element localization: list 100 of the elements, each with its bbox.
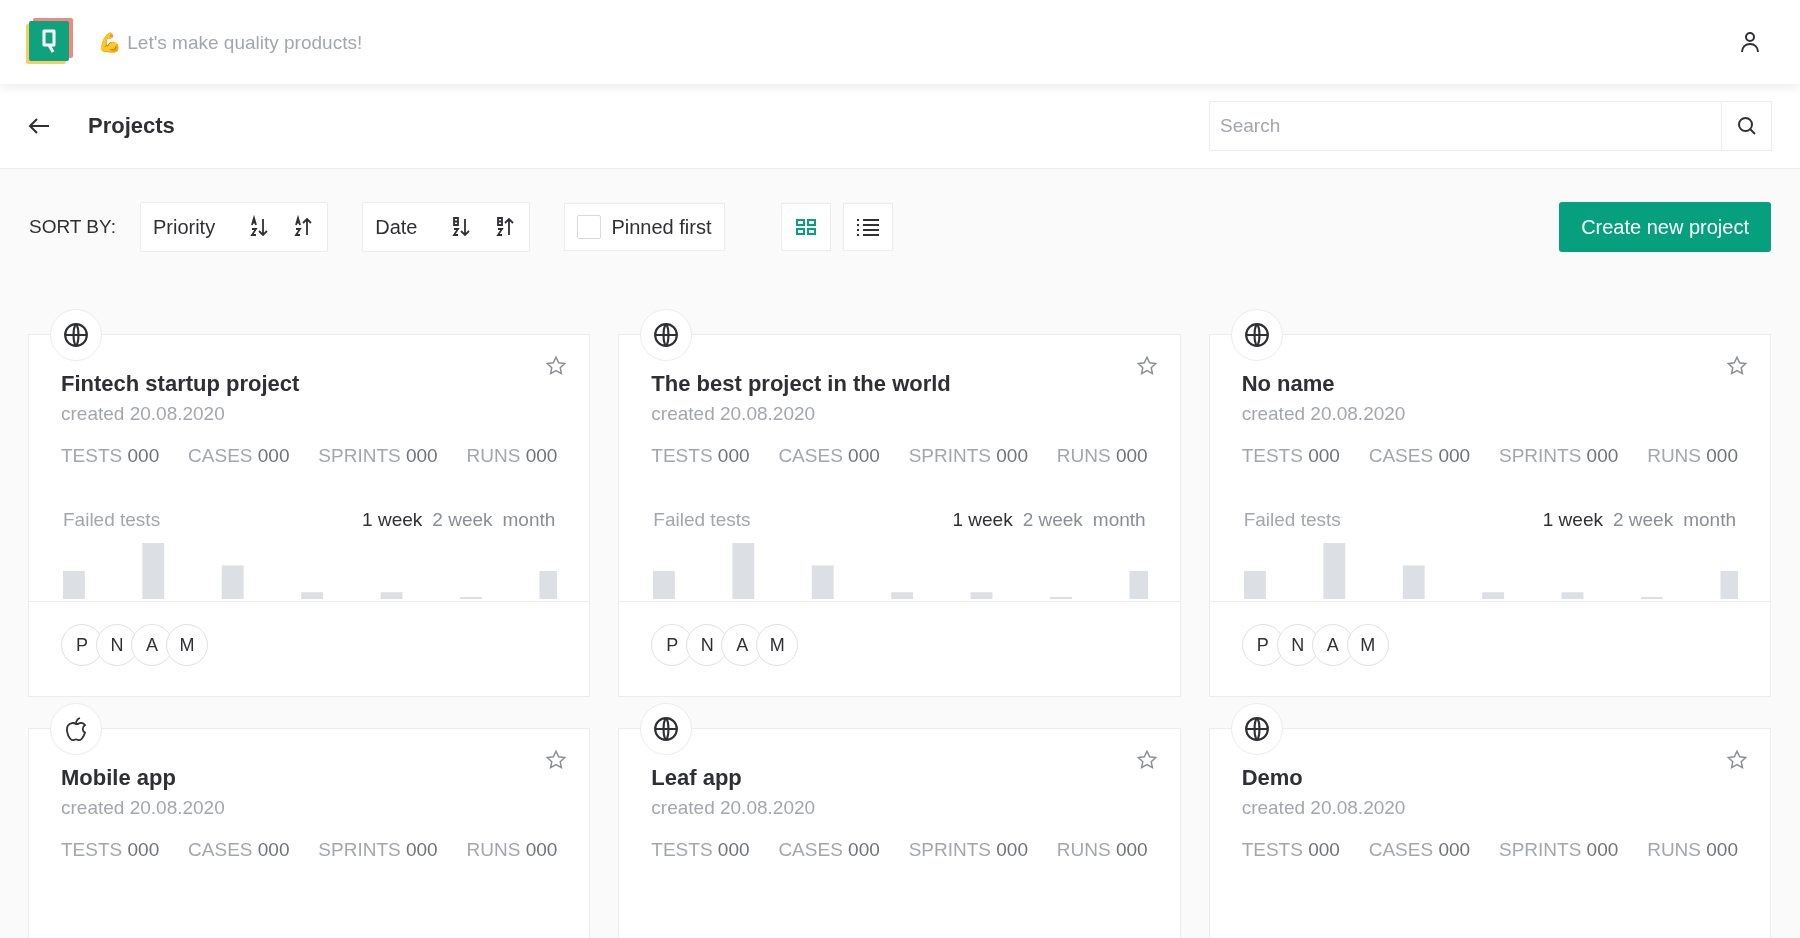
project-title: The best project in the world bbox=[651, 371, 952, 397]
star-icon bbox=[1135, 355, 1158, 377]
stat-count: RUNS 000 bbox=[466, 839, 558, 861]
stat-count: TESTS 000 bbox=[1241, 445, 1340, 467]
stat-count: SPRINTS 000 bbox=[1498, 839, 1619, 861]
star-icon bbox=[545, 749, 568, 771]
globe-icon bbox=[653, 322, 680, 348]
back-arrow-icon bbox=[28, 117, 50, 135]
stat-count: RUNS 000 bbox=[1647, 445, 1738, 467]
stat-count: RUNS 000 bbox=[466, 445, 558, 467]
stat-count: TESTS 000 bbox=[61, 839, 160, 861]
period-tab[interactable]: 1 week bbox=[1542, 509, 1603, 531]
bar bbox=[142, 543, 165, 599]
star-icon bbox=[545, 355, 568, 377]
period-tab[interactable]: 1 week bbox=[362, 509, 423, 531]
sort-field-label: Date bbox=[375, 215, 418, 239]
chart-title: Failed tests bbox=[1243, 509, 1341, 531]
sort-control[interactable]: Priority bbox=[139, 202, 329, 252]
bar bbox=[891, 592, 914, 599]
chart-title: Failed tests bbox=[653, 509, 751, 531]
slogan: 💪 Let's make quality products! bbox=[98, 30, 363, 54]
page-title: Projects bbox=[88, 113, 175, 139]
pin-star-button[interactable] bbox=[545, 355, 568, 377]
sort-control[interactable]: Date bbox=[362, 202, 531, 252]
list-view-icon bbox=[855, 218, 880, 236]
app-logo[interactable] bbox=[24, 17, 74, 67]
stat-count: CASES 000 bbox=[1368, 445, 1471, 467]
pin-star-button[interactable] bbox=[1726, 355, 1748, 377]
back-button[interactable] bbox=[28, 117, 50, 135]
project-title: Leaf app bbox=[651, 765, 743, 791]
stat-count: CASES 000 bbox=[778, 839, 880, 861]
member-avatar: M bbox=[166, 624, 208, 666]
search-field[interactable]: Search bbox=[1209, 101, 1722, 151]
grid-view-icon bbox=[795, 219, 816, 235]
created-date: created 20.08.2020 bbox=[1241, 403, 1407, 425]
project-title: Mobile app bbox=[61, 765, 177, 791]
pinned-first-checkbox[interactable]: Pinned first bbox=[564, 203, 725, 251]
sort-field-label: Priority bbox=[152, 215, 216, 239]
bar bbox=[653, 571, 676, 599]
project-title: No name bbox=[1241, 371, 1336, 397]
bar bbox=[221, 565, 244, 599]
period-tab[interactable]: 1 week bbox=[952, 509, 1013, 531]
bar bbox=[1720, 571, 1738, 599]
bar bbox=[1129, 571, 1148, 599]
globe-icon bbox=[63, 322, 89, 348]
stat-count: RUNS 000 bbox=[1056, 839, 1148, 861]
checkbox[interactable] bbox=[577, 215, 602, 239]
user-icon[interactable] bbox=[1740, 31, 1760, 53]
member-avatar: M bbox=[756, 624, 799, 666]
stat-count: SPRINTS 000 bbox=[1498, 445, 1619, 467]
bar bbox=[1243, 571, 1266, 599]
bar bbox=[539, 571, 558, 599]
bar bbox=[301, 592, 324, 599]
project-title: Fintech startup project bbox=[61, 371, 301, 397]
globe-icon bbox=[1243, 716, 1270, 742]
sort-label: SORT BY: bbox=[29, 216, 116, 238]
pin-star-button[interactable] bbox=[1135, 749, 1158, 771]
search-icon bbox=[1736, 116, 1757, 136]
stat-count: CASES 000 bbox=[188, 445, 290, 467]
project-card[interactable]: Leaf app created 20.08.2020 TESTS 000 CASES 000 SPRINTS 000 RUNS 000 bbox=[618, 728, 1181, 938]
bar bbox=[1481, 592, 1504, 599]
stat-count: CASES 000 bbox=[1368, 839, 1471, 861]
created-date: created 20.08.2020 bbox=[651, 403, 817, 425]
stat-count: TESTS 000 bbox=[651, 839, 750, 861]
project-card[interactable]: Demo created 20.08.2020 TESTS 000 CASES 000 SPRINTS 000 RUNS 000 bbox=[1208, 728, 1771, 938]
bar bbox=[1323, 543, 1345, 599]
stat-count: SPRINTS 000 bbox=[318, 445, 438, 467]
project-card[interactable]: Fintech startup project created 20.08.2020 TESTS 000 CASES 000 SPRINTS 000 RUNS 000 Failed tests 1 week 2 week month P N A M bbox=[28, 334, 591, 697]
globe-icon bbox=[653, 716, 680, 742]
stat-count: RUNS 000 bbox=[1647, 839, 1738, 861]
stat-count: TESTS 000 bbox=[61, 445, 160, 467]
chart-title: Failed tests bbox=[63, 509, 161, 531]
pin-star-button[interactable] bbox=[1135, 355, 1158, 377]
stat-count: SPRINTS 000 bbox=[908, 839, 1028, 861]
stat-count: RUNS 000 bbox=[1056, 445, 1148, 467]
stat-count: TESTS 000 bbox=[651, 445, 750, 467]
list-view-button[interactable] bbox=[842, 203, 893, 251]
stat-count: CASES 000 bbox=[778, 445, 880, 467]
apple-icon bbox=[64, 716, 88, 742]
project-title: Demo bbox=[1241, 765, 1304, 791]
pin-star-button[interactable] bbox=[545, 749, 568, 771]
project-card[interactable]: Mobile app created 20.08.2020 TESTS 000 CASES 000 SPRINTS 000 RUNS 000 bbox=[28, 728, 591, 938]
search-button[interactable] bbox=[1722, 101, 1772, 151]
created-date: created 20.08.2020 bbox=[61, 403, 226, 425]
project-card[interactable]: The best project in the world created 20.08.2020 TESTS 000 CASES 000 SPRINTS 000 RUNS 000 Failed tests 1 week 2 week month P N A M bbox=[618, 334, 1181, 697]
globe-icon bbox=[1243, 322, 1270, 348]
star-icon bbox=[1726, 355, 1748, 377]
created-date: created 20.08.2020 bbox=[61, 797, 226, 819]
grid-view-button[interactable] bbox=[780, 203, 831, 251]
created-date: created 20.08.2020 bbox=[1241, 797, 1407, 819]
project-card[interactable]: No name created 20.08.2020 TESTS 000 CASES 000 SPRINTS 000 RUNS 000 Failed tests 1 week 2 week month P N A M bbox=[1208, 334, 1771, 697]
stat-count: SPRINTS 000 bbox=[318, 839, 438, 861]
bar bbox=[63, 571, 85, 599]
bar bbox=[1402, 565, 1425, 599]
bar bbox=[970, 592, 993, 599]
stat-count: SPRINTS 000 bbox=[908, 445, 1028, 467]
bar bbox=[1561, 592, 1584, 599]
bar bbox=[732, 543, 755, 599]
star-icon bbox=[1135, 749, 1158, 771]
pin-star-button[interactable] bbox=[1726, 749, 1748, 771]
